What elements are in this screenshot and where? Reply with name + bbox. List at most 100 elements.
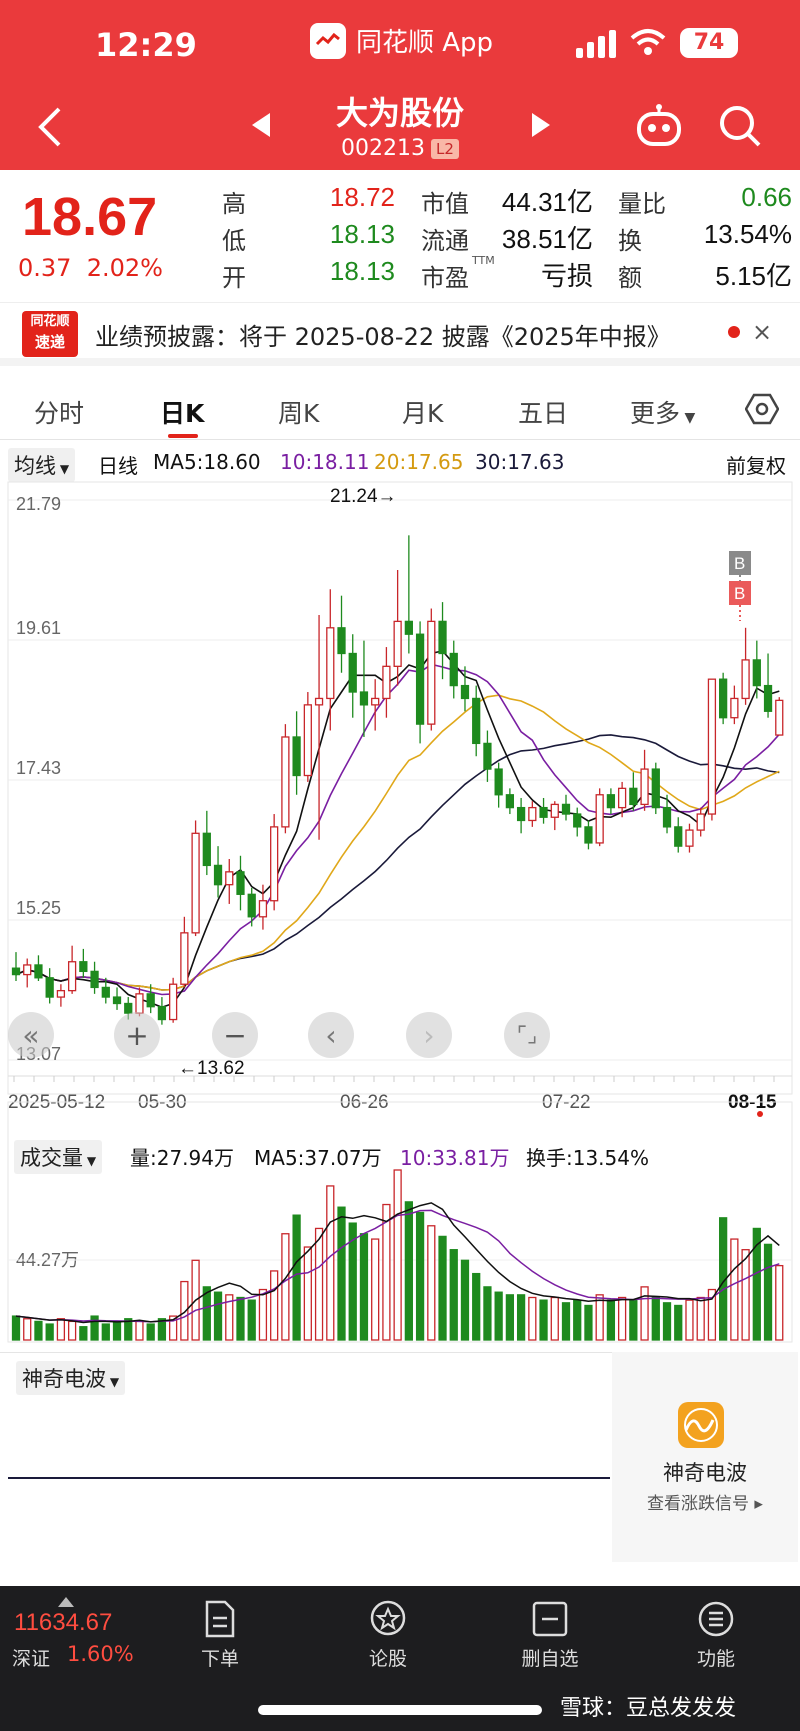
candle-down [79,961,88,973]
candle-down [505,794,515,809]
candle-down [157,1006,167,1021]
fullscreen-icon[interactable]: ⌜⌟ [504,1012,550,1058]
volume-chart[interactable]: 44.27万 [0,1100,800,1345]
index-value[interactable]: 11634.67 [14,1609,112,1637]
discuss-button[interactable]: 论股 [338,1600,438,1671]
volume-bar-down [34,1320,43,1341]
period-tabs: 分时 日K 周K 月K 五日 更多 ▼ [0,380,800,440]
float-value: 38.51亿 [501,224,593,254]
xueqiu-watermark: 雪球：豆总发发发 [560,1696,737,1721]
candle-down [573,813,582,828]
volume-bar-down [146,1323,155,1341]
price-change: 0.37 [18,254,72,282]
adjust-mode[interactable]: 前复权 [726,450,786,479]
status-time: 12:29 [95,26,197,64]
candle-up [303,704,312,777]
remove-watchlist-label: 删自选 [521,1648,579,1670]
notice-logo-line1: 同花顺 [30,314,70,329]
volume-bar-up [595,1294,604,1341]
tab-weekly-k[interactable]: 周K [278,394,319,430]
volume-bar-up [67,1320,77,1341]
scroll-right-icon[interactable]: › [406,1012,452,1058]
y-tick-label: 15.25 [16,898,61,918]
tab-more[interactable]: 更多 ▼ [630,394,695,430]
mcap-label: 市值 [421,190,469,218]
home-indicator[interactable] [258,1705,542,1715]
volume-bar-up [270,1270,279,1341]
robot-assistant-icon[interactable] [636,104,682,152]
volume-bar-down [494,1291,503,1341]
ma20-value: 20:17.65 [374,450,464,474]
order-label: 下单 [200,1648,239,1670]
volume-bar-up [427,1225,436,1341]
wave-dropdown[interactable]: 神奇电波 ▼ [16,1361,126,1395]
ma-dropdown[interactable]: 均线 ▼ [8,448,76,482]
wave-line [8,1477,610,1479]
turnover-value: 13.54% [703,219,792,249]
amount-value: 5.15亿 [715,261,792,291]
candle-up [730,697,739,719]
candle-up [685,829,694,847]
candle-down [90,970,99,989]
index-name: 深证 [12,1648,51,1670]
remove-watchlist-button[interactable]: 删自选 [500,1600,600,1671]
tab-monthly-k[interactable]: 月K [402,394,443,430]
function-label: 功能 [696,1648,735,1670]
volume-bar-up [640,1286,649,1341]
y-tick-label: 17.43 [16,758,61,778]
candle-up [595,794,604,844]
tab-five-day[interactable]: 五日 [518,394,568,430]
next-stock-icon[interactable] [530,112,552,142]
candle-down [460,684,470,700]
high-label: 高 [222,190,246,218]
volume-bar-up [528,1296,537,1341]
candle-up [617,787,627,809]
notice-close-button[interactable]: × [752,318,772,346]
volume-bar-down [584,1304,593,1341]
wave-signal-icon [678,1402,724,1448]
candle-up [180,932,189,985]
tab-more-label: 更多 [630,399,681,428]
candle-down [763,684,773,712]
candle-down [606,794,616,809]
unread-dot [728,326,740,338]
active-tab-underline [168,434,198,438]
volume-bar-down [674,1304,683,1341]
scroll-left-icon[interactable]: ‹ [308,1012,354,1058]
app-logo-icon [310,22,346,59]
candle-down [337,627,346,655]
candle-down [236,871,245,895]
discuss-label: 论股 [368,1648,407,1670]
tab-intraday[interactable]: 分时 [34,394,84,430]
volume-bar-up [23,1318,32,1341]
candle-down [404,620,413,635]
high-value: 18.72 [329,182,395,212]
candle-down [662,806,672,828]
notice-banner[interactable]: 同花顺 速递 业绩预披露：将于 2025-08-22 披露《2025年中报》 [0,302,800,366]
tab-daily-k[interactable]: 日K [160,394,204,430]
volume-bar-down [561,1302,571,1341]
volume-bar-down [45,1323,54,1341]
period-label: 日线 [98,454,138,478]
candle-up [371,697,380,706]
search-icon[interactable] [718,104,762,152]
zoom-in-icon[interactable]: + [114,1012,160,1058]
index-change: 1.60% [67,1642,134,1666]
candle-up [326,627,335,700]
zoom-out-icon[interactable]: − [212,1012,258,1058]
price-change-pct: 2.02% [86,254,163,282]
signal-b1-label: B [734,554,745,573]
settings-hexagon-icon[interactable] [744,392,780,430]
candle-down [561,803,571,815]
order-button[interactable]: 下单 [170,1600,270,1671]
wave-card-subtitle: 查看涨跌信号 ▸ [647,1494,763,1514]
volume-bar-up [775,1264,784,1341]
candle-down [34,964,43,979]
wave-card-title: 神奇电波 [663,1461,747,1485]
rewind-icon[interactable]: « [8,1012,54,1058]
volume-bar-down [438,1235,447,1341]
function-button[interactable]: 功能 [666,1600,766,1671]
volume-bar-down [11,1315,21,1341]
volume-bar-up [326,1185,335,1341]
menu-icon [698,1601,734,1637]
